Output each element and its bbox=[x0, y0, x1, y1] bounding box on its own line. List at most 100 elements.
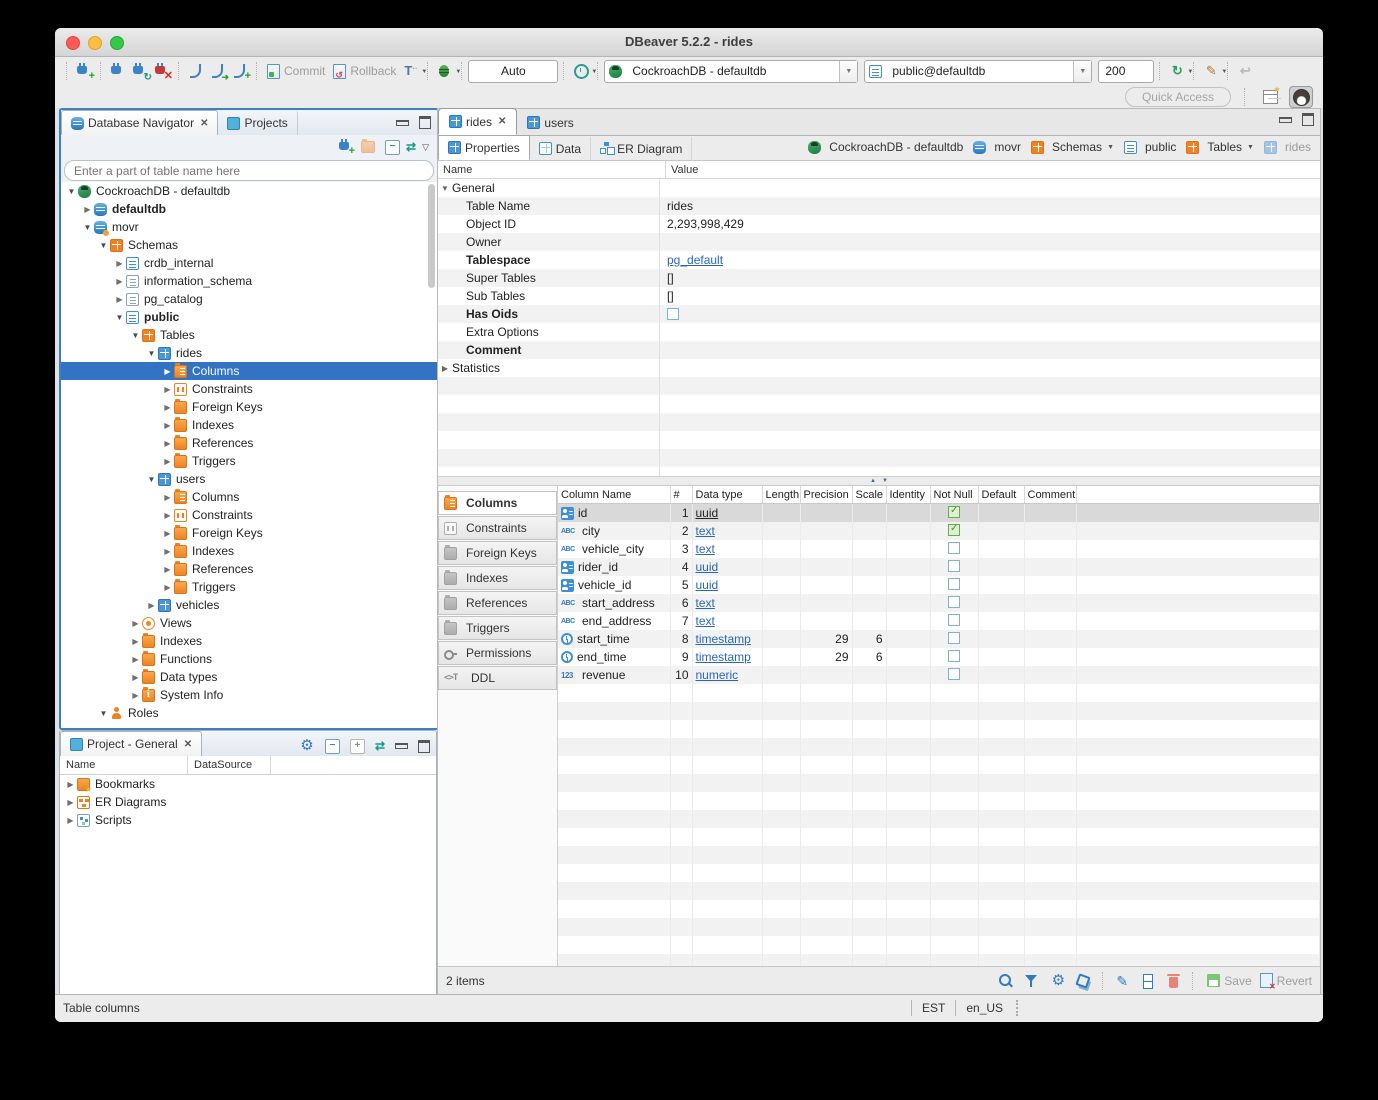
editor-tab-rides[interactable]: rides✕ bbox=[438, 108, 517, 135]
minimize-view-icon[interactable] bbox=[395, 743, 408, 749]
detail-tab-constraints[interactable]: Constraints bbox=[438, 516, 557, 540]
column-row-id[interactable]: id1uuid bbox=[558, 504, 1320, 523]
expand-arrow-icon[interactable]: ▶ bbox=[145, 601, 158, 610]
splitter-sash[interactable]: ▲▼ bbox=[438, 477, 1320, 486]
property-row-super-tables[interactable]: Super Tables[] bbox=[438, 269, 1320, 287]
expand-arrow-icon[interactable]: ▶ bbox=[161, 421, 174, 430]
editor-tab-users[interactable]: users bbox=[517, 110, 583, 135]
expand-arrow-icon[interactable]: ▶ bbox=[161, 439, 174, 448]
tree-item-rides[interactable]: ▼rides bbox=[61, 344, 437, 362]
tree-item-constraints[interactable]: ▶Constraints bbox=[61, 506, 437, 524]
tree-item-cockroachdb-defaultdb[interactable]: ▼CockroachDB - defaultdb bbox=[61, 182, 437, 200]
value-link[interactable]: pg_default bbox=[667, 253, 723, 267]
tree-item-columns[interactable]: ▶Columns bbox=[61, 362, 437, 380]
save-button[interactable]: Save bbox=[1207, 974, 1251, 988]
grid-header-column-name[interactable]: Column Name bbox=[558, 486, 670, 504]
rollback-button[interactable]: Rollback bbox=[333, 64, 396, 79]
tree-item-defaultdb[interactable]: ▶defaultdb bbox=[61, 200, 437, 218]
data-type-link[interactable]: text bbox=[696, 542, 715, 556]
filter-icon[interactable] bbox=[1022, 972, 1042, 990]
tab-data[interactable]: Data bbox=[530, 137, 591, 160]
history-dropdown[interactable]: ▼ bbox=[572, 62, 590, 80]
view-menu-icon[interactable]: ▽ bbox=[422, 142, 429, 153]
tab-projects[interactable]: Projects bbox=[218, 111, 297, 135]
expand-arrow-icon[interactable]: ▶ bbox=[64, 798, 77, 807]
close-icon[interactable]: ✕ bbox=[200, 118, 208, 129]
property-row-has-oids[interactable]: Has Oids bbox=[438, 305, 1320, 323]
transaction-mode-dropdown[interactable]: T▼ bbox=[402, 62, 420, 80]
collapse-arrow-icon[interactable]: ▼ bbox=[97, 709, 110, 718]
tree-item-indexes[interactable]: ▶Indexes bbox=[61, 542, 437, 560]
commit-button[interactable]: Commit bbox=[267, 64, 325, 79]
not-null-checkbox[interactable] bbox=[948, 578, 960, 590]
settings-gear-icon[interactable]: ⚙ bbox=[299, 737, 315, 755]
compare-icon[interactable] bbox=[1074, 972, 1094, 990]
expand-arrow-icon[interactable]: ▶ bbox=[113, 259, 126, 268]
grid-header-precision[interactable]: Precision bbox=[800, 486, 852, 504]
property-row-statistics[interactable]: ▶Statistics bbox=[438, 359, 1320, 377]
not-null-checkbox[interactable] bbox=[948, 542, 960, 554]
tab-project-general[interactable]: Project - General✕ bbox=[60, 731, 202, 756]
detail-tab-ddl[interactable]: DDL bbox=[438, 666, 557, 690]
expand-all-icon[interactable]: + bbox=[350, 739, 365, 754]
edit-icon[interactable]: ✎ bbox=[1112, 972, 1132, 990]
property-row-table-name[interactable]: Table Namerides bbox=[438, 197, 1320, 215]
data-type-link[interactable]: text bbox=[696, 596, 715, 610]
tree-item-references[interactable]: ▶References bbox=[61, 434, 437, 452]
expand-arrow-icon[interactable]: ▶ bbox=[64, 816, 77, 825]
collapse-arrow-icon[interactable]: ▼ bbox=[113, 313, 126, 322]
tree-item-data-types[interactable]: ▶Data types bbox=[61, 668, 437, 686]
tree-item-constraints[interactable]: ▶Constraints bbox=[61, 380, 437, 398]
expand-arrow-icon[interactable]: ▶ bbox=[161, 511, 174, 520]
revert-button[interactable]: Revert bbox=[1260, 973, 1312, 988]
tree-item-columns[interactable]: ▶Columns bbox=[61, 488, 437, 506]
tab-er-diagram[interactable]: ER Diagram bbox=[591, 137, 692, 160]
properties-header-value[interactable]: Value bbox=[666, 161, 1320, 178]
folder-add-icon[interactable] bbox=[361, 141, 375, 153]
detail-tab-columns[interactable]: Columns bbox=[438, 491, 557, 515]
property-row-owner[interactable]: Owner bbox=[438, 233, 1320, 251]
tree-item-foreign-keys[interactable]: ▶Foreign Keys bbox=[61, 398, 437, 416]
data-type-link[interactable]: uuid bbox=[696, 578, 719, 592]
minimize-view-icon[interactable] bbox=[1279, 117, 1292, 123]
expand-arrow-icon[interactable]: ▶ bbox=[161, 565, 174, 574]
tree-item-functions[interactable]: ▶Functions bbox=[61, 650, 437, 668]
maximize-view-icon[interactable] bbox=[419, 116, 431, 129]
not-null-checkbox[interactable] bbox=[948, 614, 960, 626]
checkbox[interactable] bbox=[667, 308, 679, 320]
maximize-view-icon[interactable] bbox=[418, 740, 430, 753]
detail-tab-references[interactable]: References bbox=[438, 591, 557, 615]
expand-arrow-icon[interactable]: ▶ bbox=[81, 205, 94, 214]
collapse-arrow-icon[interactable]: ▼ bbox=[145, 475, 158, 484]
tree-item-references[interactable]: ▶References bbox=[61, 560, 437, 578]
data-type-link[interactable]: timestamp bbox=[696, 650, 751, 664]
grid-header-data-type[interactable]: Data type bbox=[692, 486, 762, 504]
tree-item-users[interactable]: ▼users bbox=[61, 470, 437, 488]
connection-combo-arrow[interactable]: ▼ bbox=[839, 61, 857, 82]
detail-tab-foreign-keys[interactable]: Foreign Keys bbox=[438, 541, 557, 565]
collapse-arrow-icon[interactable]: ▼ bbox=[438, 184, 452, 193]
locale-indicator[interactable]: en_US bbox=[955, 1000, 1013, 1016]
link-editor-icon[interactable]: ⇄ bbox=[375, 739, 385, 753]
fetch-size-input[interactable]: 200 bbox=[1098, 60, 1154, 83]
close-icon[interactable]: ✕ bbox=[184, 739, 192, 750]
tree-item-foreign-keys[interactable]: ▶Foreign Keys bbox=[61, 524, 437, 542]
expand-arrow-icon[interactable]: ▶ bbox=[161, 547, 174, 556]
tree-item-views[interactable]: ▶Views bbox=[61, 614, 437, 632]
not-null-checkbox[interactable] bbox=[948, 596, 960, 608]
data-type-link[interactable]: uuid bbox=[696, 560, 719, 574]
grid-header-not-null[interactable]: Not Null bbox=[930, 486, 978, 504]
expand-arrow-icon[interactable]: ▶ bbox=[129, 637, 142, 646]
property-row-tablespace[interactable]: Tablespacepg_default bbox=[438, 251, 1320, 269]
collapse-arrow-icon[interactable]: ▼ bbox=[145, 349, 158, 358]
expand-arrow-icon[interactable]: ▶ bbox=[161, 457, 174, 466]
not-null-checkbox[interactable] bbox=[948, 632, 960, 644]
expand-arrow-icon[interactable]: ▶ bbox=[113, 277, 126, 286]
expand-arrow-icon[interactable]: ▶ bbox=[113, 295, 126, 304]
grid-header-comment[interactable]: Comment bbox=[1024, 486, 1076, 504]
property-row-object-id[interactable]: Object ID2,293,998,429 bbox=[438, 215, 1320, 233]
expand-arrow-icon[interactable]: ▶ bbox=[64, 780, 77, 789]
breadcrumb-schemas[interactable]: Schemas▼ bbox=[1028, 139, 1117, 155]
column-row-start-time[interactable]: start_time8timestamp296 bbox=[558, 630, 1320, 648]
link-editor-icon[interactable]: ⇄ bbox=[406, 140, 416, 154]
